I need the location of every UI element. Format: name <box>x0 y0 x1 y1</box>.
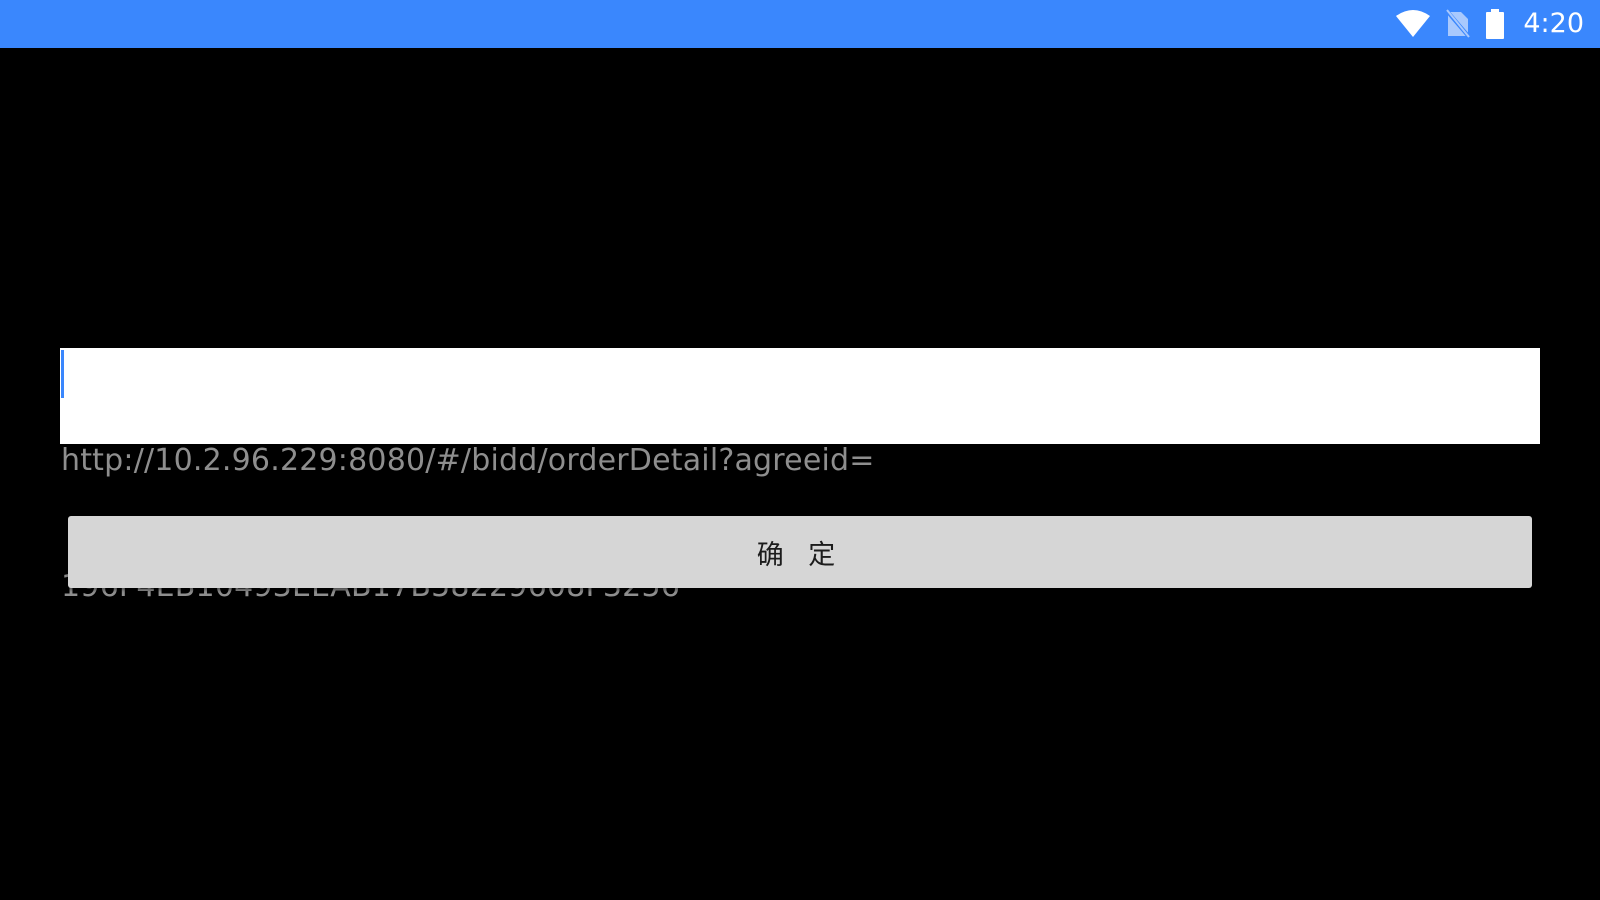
app-screen: 4:20 http://10.2.96.229:8080/#/bidd/orde… <box>0 0 1600 900</box>
status-icons: 4:20 <box>1395 0 1584 48</box>
confirm-button[interactable]: 确 定 <box>68 516 1532 588</box>
status-bar: 4:20 <box>0 0 1600 48</box>
url-input[interactable]: http://10.2.96.229:8080/#/bidd/orderDeta… <box>60 348 1540 604</box>
confirm-button-label: 确 定 <box>756 539 844 571</box>
text-cursor <box>61 350 64 398</box>
wifi-icon <box>1395 10 1431 38</box>
url-value-line-1: http://10.2.96.229:8080/#/bidd/orderDeta… <box>61 443 875 478</box>
clock-time: 4:20 <box>1523 8 1584 39</box>
no-sim-icon <box>1445 9 1472 39</box>
battery-icon <box>1485 9 1505 39</box>
